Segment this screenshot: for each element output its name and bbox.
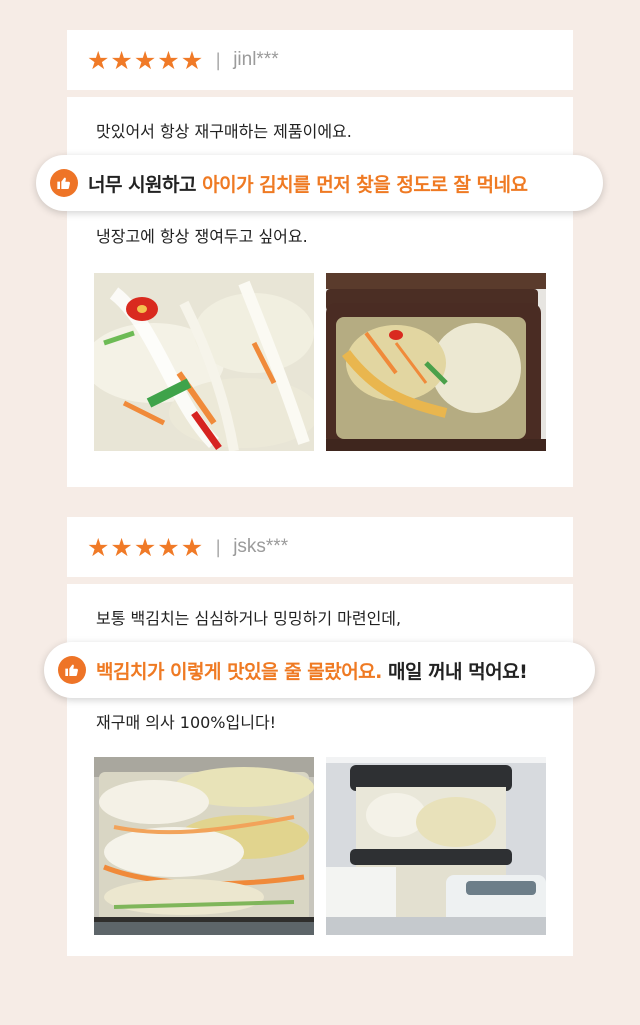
review-2-rating-card: ★ ★ ★ ★ ★ | jsks*** [67,517,573,577]
review-1-highlight-bubble: 너무 시원하고 아이가 김치를 먼저 찾을 정도로 잘 먹네요 [36,155,603,211]
separator: | [215,49,222,71]
review-1-highlight-text: 너무 시원하고 아이가 김치를 먼저 찾을 정도로 잘 먹네요 [88,170,528,197]
highlight-plain-text: 너무 시원하고 [88,173,203,196]
review-2-text-line-2: 재구매 의사 100%입니다! [96,713,277,732]
review-2-highlight-bubble: 백김치가 이렇게 맛있을 줄 몰랐어요. 매일 꺼내 먹어요! [44,642,595,698]
review-2-photo-1[interactable] [94,757,314,935]
review-1-text-line-1: 맛있어서 항상 재구매하는 제품이에요. [96,122,352,141]
star-icon: ★ [133,45,157,75]
review-2-highlight-text: 백김치가 이렇게 맛있을 줄 몰랐어요. 매일 꺼내 먹어요! [96,657,528,684]
star-icon: ★ [157,45,180,75]
highlight-orange-text: 아이가 김치를 먼저 찾을 정도로 잘 먹네요 [202,173,528,196]
highlight-plain-text-after: 매일 꺼내 먹어요! [381,660,528,683]
star-rating: ★ ★ ★ ★ ★ [87,535,203,560]
star-icon: ★ [87,532,110,562]
review-2-photo-2[interactable] [326,757,546,935]
review-1-photo-1[interactable] [94,273,314,451]
star-icon: ★ [157,532,180,562]
thumbs-up-icon [50,169,78,197]
star-icon: ★ [133,532,157,562]
thumbs-up-icon [58,656,86,684]
star-icon: ★ [180,45,204,75]
star-icon: ★ [110,532,133,562]
review-1-rating-card: ★ ★ ★ ★ ★ | jinl*** [67,30,573,90]
reviewer-name: jsks*** [233,536,289,557]
star-icon: ★ [87,45,110,75]
reviewer-name: jinl*** [233,49,279,70]
review-1-photo-2[interactable] [326,273,546,451]
separator: | [215,536,222,558]
highlight-orange-text: 백김치가 이렇게 맛있을 줄 몰랐어요. [96,660,382,683]
star-icon: ★ [110,45,133,75]
review-1-text-line-2: 냉장고에 항상 쟁여두고 싶어요. [96,227,308,246]
star-rating: ★ ★ ★ ★ ★ [87,48,203,73]
star-icon: ★ [180,532,204,562]
review-2-text-line-1: 보통 백김치는 심심하거나 밍밍하기 마련인데, [96,609,402,628]
